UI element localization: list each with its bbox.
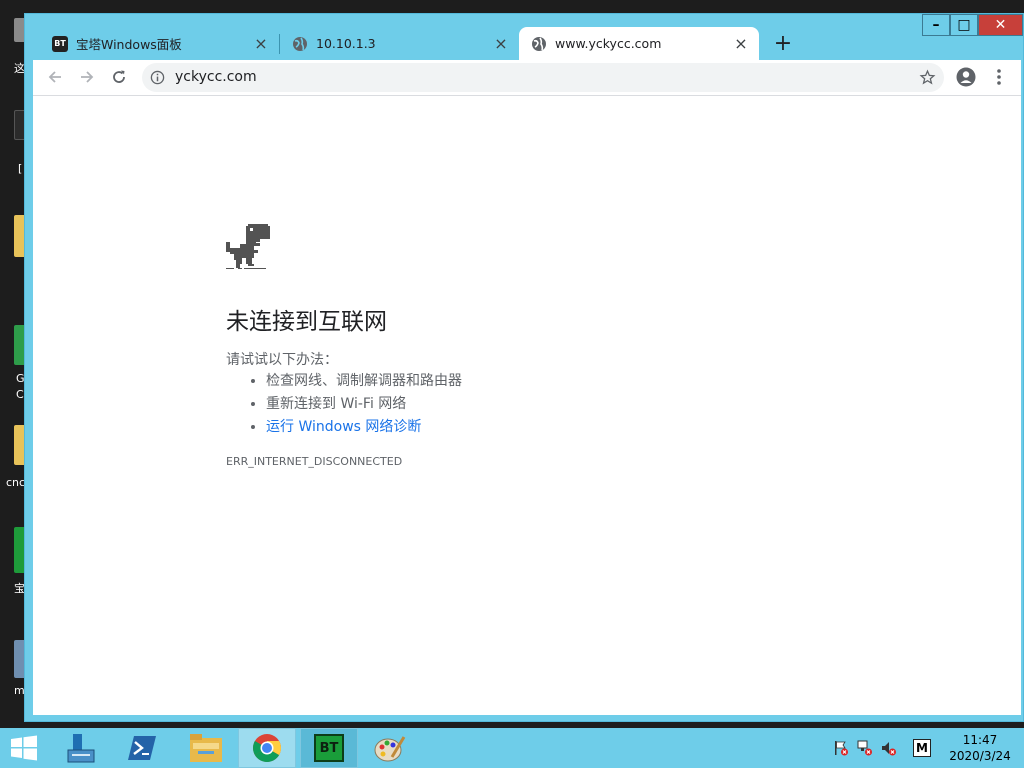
server-manager-button[interactable] <box>55 728 105 768</box>
network-disconnected-icon[interactable] <box>857 740 873 756</box>
suggestions-intro: 请试试以下办法： <box>226 352 338 368</box>
globe-icon <box>532 36 546 51</box>
input-method-label: M <box>916 741 928 755</box>
browser-toolbar: yckycc.com <box>33 60 1021 96</box>
offline-dino-icon <box>226 224 270 269</box>
folder-icon <box>190 734 222 762</box>
info-icon[interactable] <box>150 70 165 85</box>
browser-window: BT 宝塔Windows面板 × 10.10.1.3 × www.yckycc.… <box>24 13 1024 722</box>
error-title: 未连接到互联网 <box>226 309 387 335</box>
chrome-icon <box>253 734 281 762</box>
desktop-icon-label: [ <box>18 162 23 175</box>
close-window-button[interactable]: ✕ <box>978 14 1023 36</box>
list-item: 运行 Windows 网络诊断 <box>266 416 462 439</box>
suggestions-list: 检查网线、调制解调器和路由器 重新连接到 Wi-Fi 网络 运行 Windows… <box>226 370 462 439</box>
bt-favicon-text: BT <box>54 39 66 48</box>
bt-logo-text: BT <box>319 740 339 756</box>
more-vert-icon <box>997 69 1001 85</box>
address-bar[interactable]: yckycc.com <box>142 63 944 92</box>
network-diagnostics-link[interactable]: 运行 Windows 网络诊断 <box>266 419 421 435</box>
bt-panel-taskbar-button[interactable]: BT <box>300 728 358 768</box>
error-code: ERR_INTERNET_DISCONNECTED <box>226 455 403 468</box>
action-center-flag-icon[interactable] <box>833 740 849 756</box>
start-button[interactable] <box>0 728 48 768</box>
close-icon[interactable]: × <box>493 34 509 53</box>
globe-icon <box>293 36 307 51</box>
powershell-icon <box>128 736 156 760</box>
reload-button[interactable] <box>107 65 131 89</box>
tab-ip[interactable]: 10.10.1.3 × <box>265 27 519 60</box>
clock-time: 11:47 <box>962 733 998 747</box>
paint-palette-icon <box>374 736 406 762</box>
tab-title: 宝塔Windows面板 <box>76 37 182 52</box>
bookmark-star-icon[interactable] <box>919 69 936 86</box>
powershell-button[interactable] <box>117 728 167 768</box>
new-tab-button[interactable]: + <box>771 31 795 56</box>
arrow-left-icon <box>48 71 61 83</box>
tab-title: www.yckycc.com <box>555 36 662 51</box>
file-explorer-button[interactable] <box>180 728 232 768</box>
volume-muted-icon[interactable] <box>881 740 897 756</box>
taskbar: BT M 11:47 2020/3/24 <box>0 728 1024 768</box>
forward-button[interactable] <box>75 65 99 89</box>
reload-icon <box>113 70 125 83</box>
arrow-right-icon <box>81 71 94 83</box>
list-item: 检查网线、调制解调器和路由器 <box>266 370 462 393</box>
back-button[interactable] <box>43 65 67 89</box>
desktop-icon-label: cnc <box>6 476 26 489</box>
list-item: 重新连接到 Wi-Fi 网络 <box>266 393 462 416</box>
desktop-icon-label: C <box>16 388 24 401</box>
minimize-button[interactable]: – <box>922 14 950 36</box>
profile-button[interactable] <box>955 66 977 88</box>
paint-taskbar-button[interactable] <box>362 728 418 768</box>
server-manager-icon <box>67 734 95 763</box>
close-icon[interactable]: × <box>733 34 749 53</box>
menu-button[interactable] <box>988 66 1010 88</box>
account-circle-icon <box>956 67 976 87</box>
system-clock[interactable]: 11:47 2020/3/24 <box>942 732 1018 764</box>
tab-title: 10.10.1.3 <box>316 36 376 51</box>
input-method-indicator[interactable]: M <box>913 739 931 757</box>
bt-logo-icon: BT <box>314 734 344 762</box>
url-text[interactable]: yckycc.com <box>175 69 257 85</box>
windows-logo-icon <box>11 735 37 761</box>
clock-date: 2020/3/24 <box>949 749 1011 763</box>
tab-strip: BT 宝塔Windows面板 × 10.10.1.3 × www.yckycc.… <box>25 14 1023 60</box>
tab-bt-panel[interactable]: BT 宝塔Windows面板 × <box>25 27 279 60</box>
chrome-taskbar-button[interactable] <box>238 728 296 768</box>
maximize-button[interactable]: □ <box>950 14 978 36</box>
bt-favicon-icon: BT <box>52 35 68 52</box>
tab-yckycc[interactable]: www.yckycc.com × <box>519 27 759 60</box>
error-page: 未连接到互联网 请试试以下办法： 检查网线、调制解调器和路由器 重新连接到 Wi… <box>33 96 1021 715</box>
